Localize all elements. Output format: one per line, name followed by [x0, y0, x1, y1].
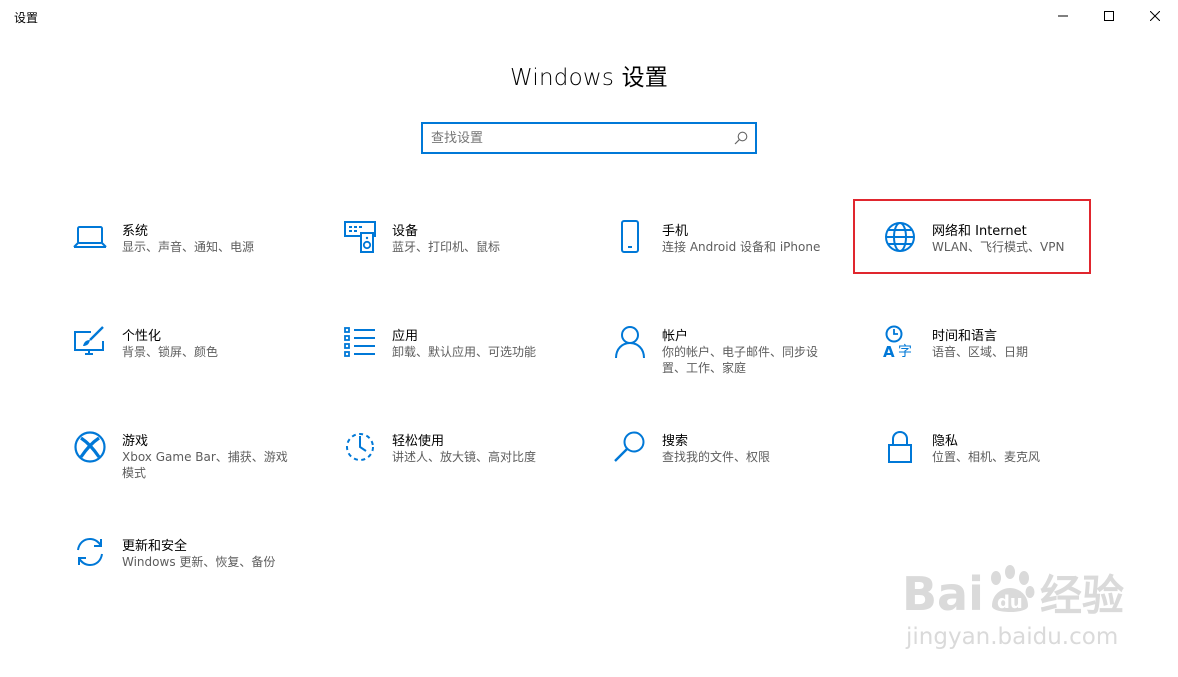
tile-desc: Xbox Game Bar、捕获、游戏模式 [122, 450, 288, 480]
time-language-icon: A 字 [882, 324, 918, 360]
tile-gaming[interactable]: 游戏 Xbox Game Bar、捕获、游戏模式 [72, 429, 312, 509]
tile-name: 更新和安全 [122, 539, 188, 554]
tile-apps[interactable]: 应用 卸载、默认应用、可选功能 [342, 324, 582, 404]
search-box[interactable] [421, 122, 757, 154]
person-icon [612, 324, 648, 360]
search-icon [612, 429, 648, 465]
tile-name: 系统 [122, 224, 149, 239]
tile-desc: 查找我的文件、权限 [662, 450, 771, 464]
title-bar[interactable]: 设置 [0, 0, 1178, 32]
tile-privacy[interactable]: 隐私 位置、相机、麦克风 [882, 429, 1122, 509]
tile-desc: 卸载、默认应用、可选功能 [392, 345, 537, 359]
svg-text:经验: 经验 [1040, 571, 1124, 620]
maximize-icon [1104, 11, 1114, 21]
tile-desc: 背景、锁屏、颜色 [122, 345, 219, 359]
sync-icon [72, 534, 108, 570]
close-icon [1150, 11, 1160, 21]
keyboard-speaker-icon [342, 219, 378, 255]
tile-update-security[interactable]: 更新和安全 Windows 更新、恢复、备份 [72, 534, 312, 614]
tile-phone[interactable]: 手机 连接 Android 设备和 iPhone [612, 219, 852, 299]
tile-ease-of-access[interactable]: 轻松使用 讲述人、放大镜、高对比度 [342, 429, 582, 509]
laptop-icon [72, 219, 108, 255]
tile-name: 应用 [392, 329, 419, 344]
ease-of-access-icon [342, 429, 378, 465]
tile-search[interactable]: 搜索 查找我的文件、权限 [612, 429, 852, 509]
apps-list-icon [342, 324, 378, 360]
svg-text:A: A [883, 343, 895, 359]
tile-desc: 连接 Android 设备和 iPhone [662, 240, 821, 254]
maximize-button[interactable] [1086, 0, 1132, 32]
tile-name: 手机 [662, 224, 689, 239]
window-title: 设置 [14, 11, 39, 25]
tile-desc: 蓝牙、打印机、鼠标 [392, 240, 501, 254]
minimize-icon [1058, 15, 1068, 17]
tile-time-language[interactable]: A 字 时间和语言 语音、区域、日期 [882, 324, 1122, 404]
tile-desc: WLAN、飞行模式、VPN [932, 240, 1065, 254]
close-button[interactable] [1132, 0, 1178, 32]
svg-text:du: du [997, 592, 1023, 613]
xbox-icon [72, 429, 108, 465]
tile-desc: Windows 更新、恢复、备份 [122, 555, 276, 569]
tile-system[interactable]: 系统 显示、声音、通知、电源 [72, 219, 312, 299]
svg-text:Bai: Bai [902, 567, 984, 621]
page-title: Windows 设置 [510, 65, 668, 91]
tile-name: 搜索 [662, 434, 689, 449]
lock-icon [882, 429, 918, 465]
watermark-logo: Bai du 经验 jingyan.baidu.com [902, 565, 1124, 650]
tile-personalization[interactable]: 个性化 背景、锁屏、颜色 [72, 324, 312, 404]
tile-network[interactable]: 网络和 Internet WLAN、飞行模式、VPN [882, 219, 1122, 299]
svg-text:字: 字 [898, 344, 912, 359]
globe-icon [882, 219, 918, 255]
tile-desc: 讲述人、放大镜、高对比度 [392, 450, 537, 464]
tile-name: 轻松使用 [392, 434, 445, 449]
tile-name: 时间和语言 [932, 329, 998, 344]
tile-name: 隐私 [932, 434, 959, 449]
tile-desc: 位置、相机、麦克风 [932, 450, 1041, 464]
tile-accounts[interactable]: 帐户 你的帐户、电子邮件、同步设置、工作、家庭 [612, 324, 852, 404]
tile-desc: 语音、区域、日期 [932, 345, 1029, 359]
paint-monitor-icon [72, 324, 108, 360]
tile-name: 帐户 [662, 329, 689, 344]
tile-desc: 显示、声音、通知、电源 [122, 240, 255, 254]
tile-name: 个性化 [122, 329, 162, 344]
minimize-button[interactable] [1040, 0, 1086, 32]
phone-icon [612, 219, 648, 255]
settings-window: 设置 Windows 设置 系统 显示、声音、通知、 [0, 0, 1178, 677]
tile-desc: 你的帐户、电子邮件、同步设置、工作、家庭 [662, 345, 819, 375]
tile-devices[interactable]: 设备 蓝牙、打印机、鼠标 [342, 219, 582, 299]
tile-name: 游戏 [122, 434, 149, 449]
tile-name: 设备 [392, 224, 419, 239]
search-input[interactable] [431, 124, 721, 152]
tile-name: 网络和 Internet [932, 224, 1027, 239]
svg-text:jingyan.baidu.com: jingyan.baidu.com [905, 624, 1118, 650]
baidu-jingyan-watermark: Bai du 经验 jingyan.baidu.com [900, 548, 1170, 658]
search-icon[interactable] [734, 131, 748, 145]
